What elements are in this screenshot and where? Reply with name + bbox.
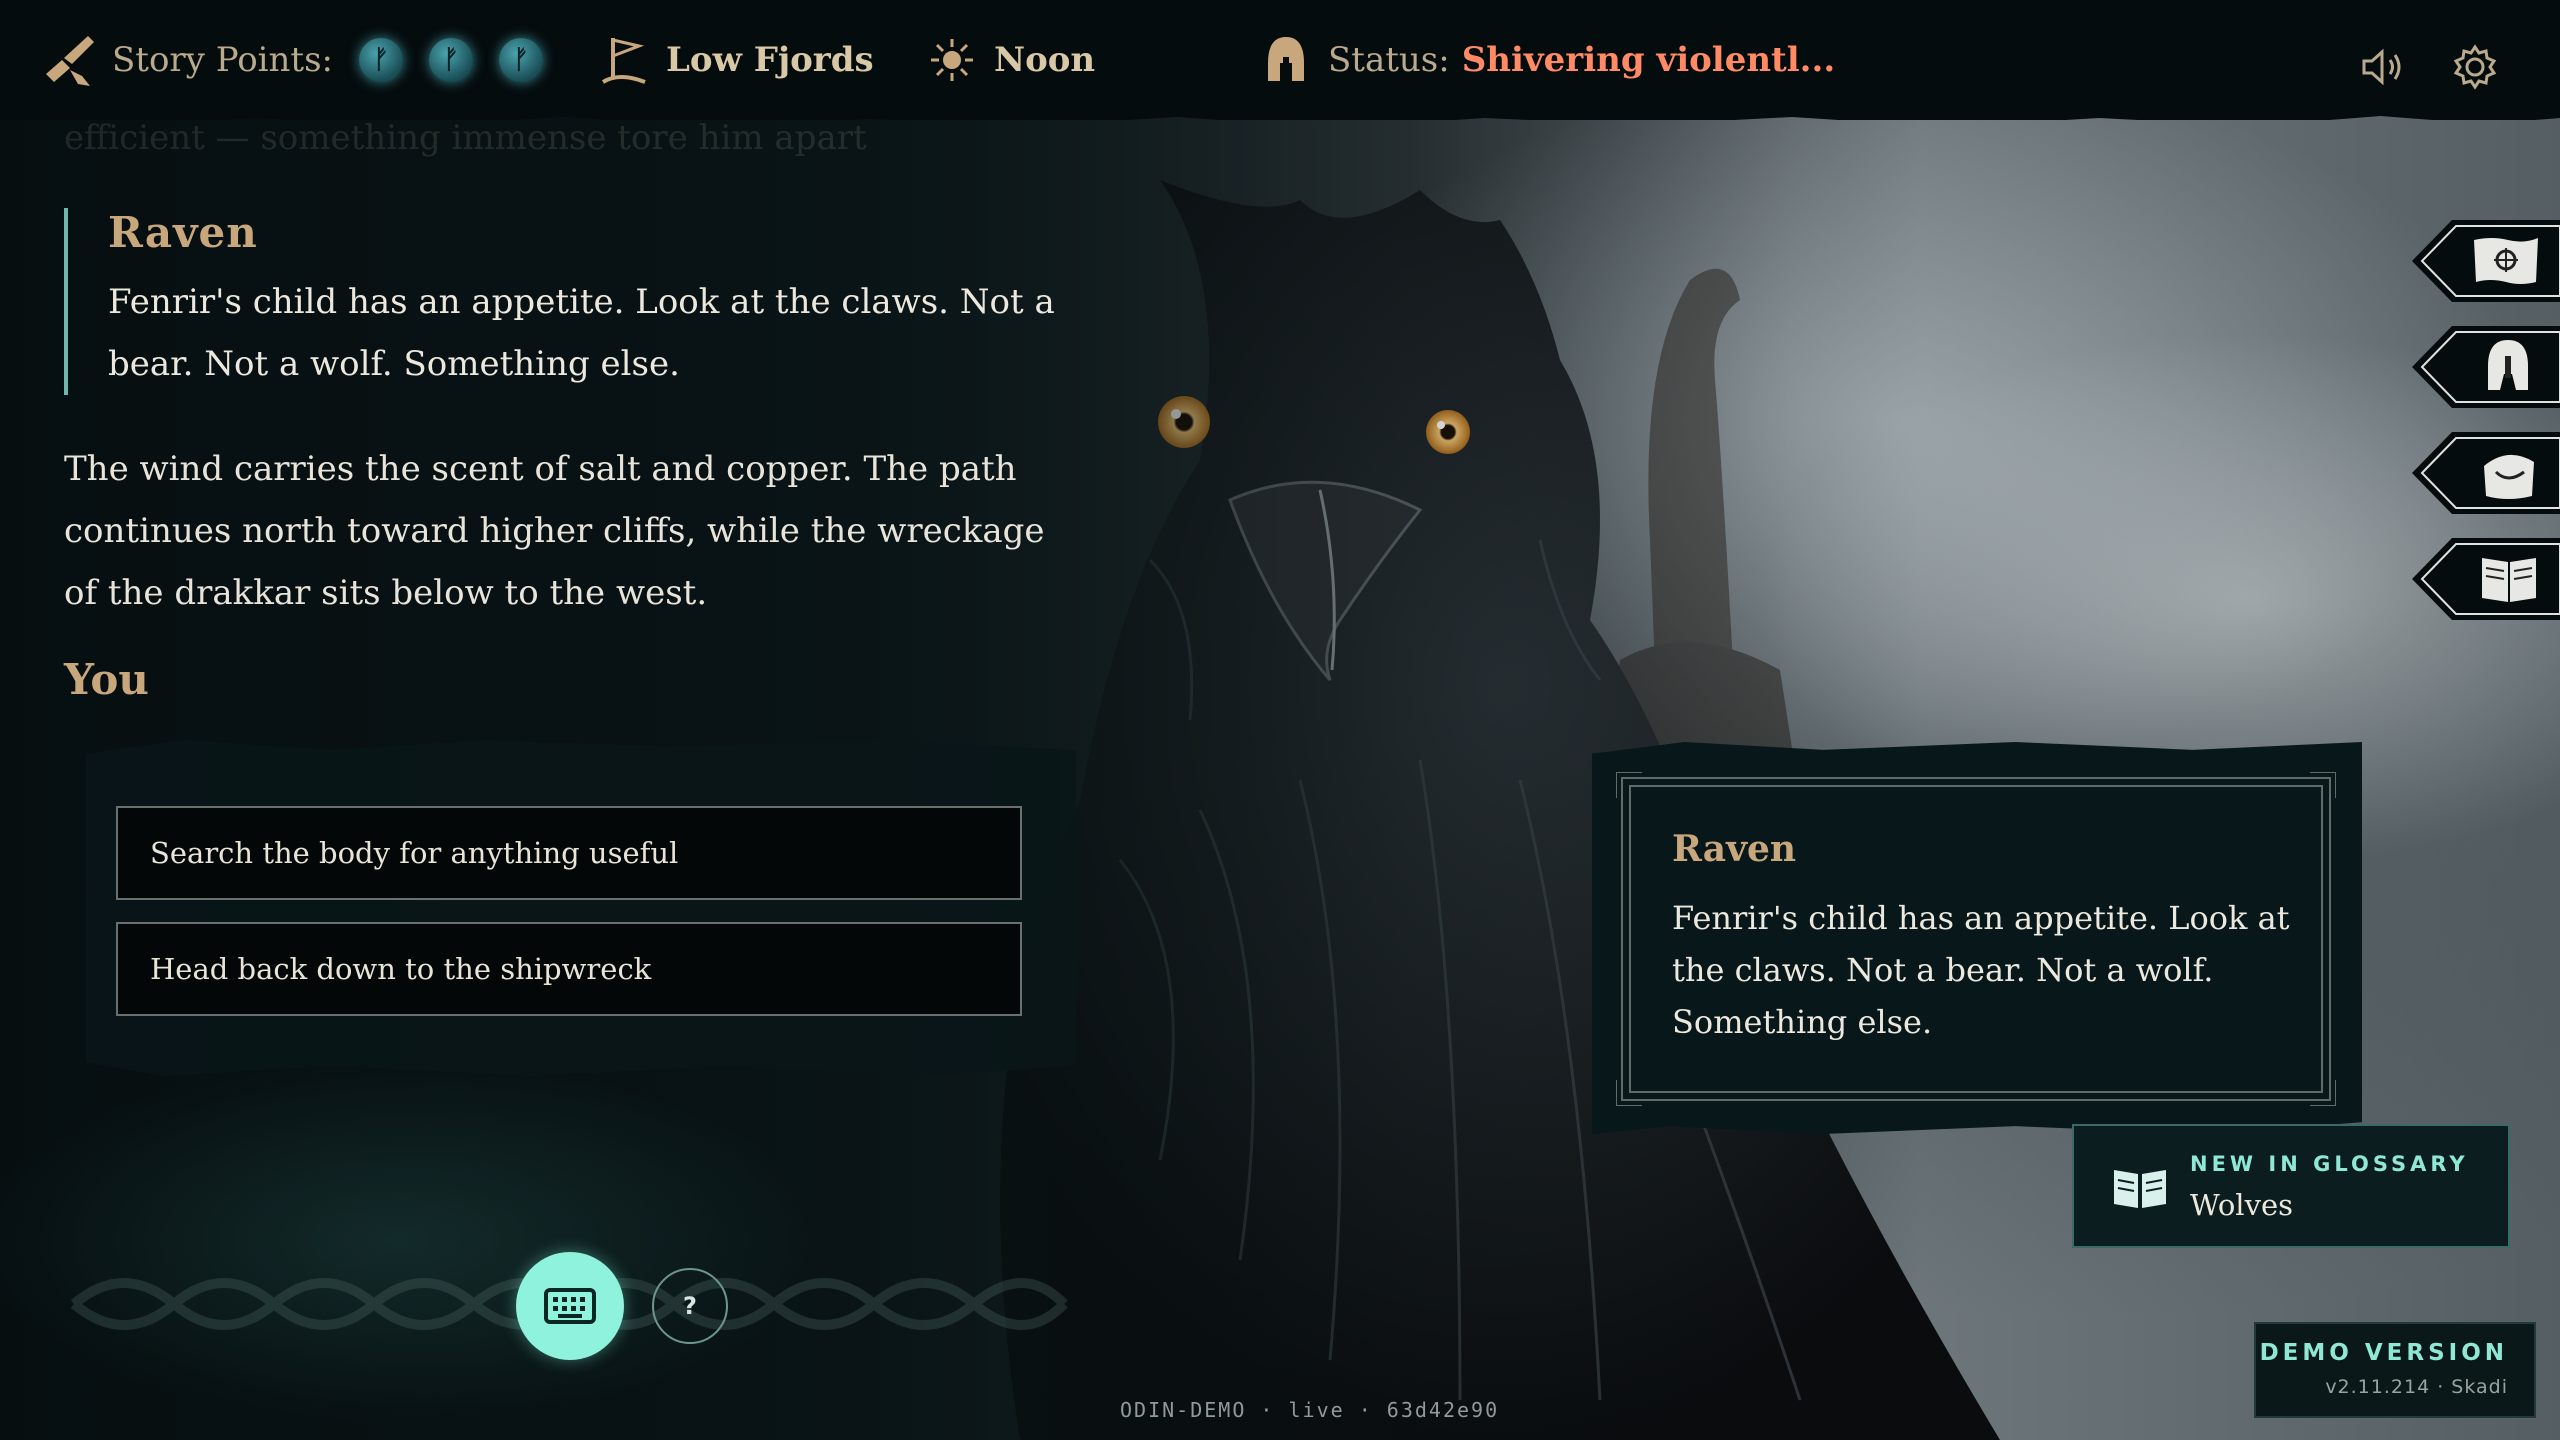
glossary-entry-name: Wolves <box>2190 1188 2294 1222</box>
bag-icon <box>2484 454 2534 499</box>
settings-button[interactable] <box>2450 42 2500 92</box>
glossary-notification[interactable]: NEW IN GLOSSARY Wolves <box>2072 1124 2510 1248</box>
character-tab[interactable] <box>2412 326 2560 408</box>
status: Status: Shivering violentl... <box>1256 30 1835 90</box>
choice-head-to-shipwreck[interactable]: Head back down to the shipwreck <box>116 922 1022 1016</box>
previous-text-fragment: efficient — something immense tore him a… <box>64 118 867 158</box>
quill-hand-icon <box>40 30 100 90</box>
gear-icon <box>2453 44 2497 90</box>
helmet-icon <box>1256 30 1316 90</box>
version-string: v2.11.214 · Skadi <box>2325 1376 2508 1398</box>
demo-version-title: DEMO VERSION <box>2259 1340 2508 1366</box>
story-point-rune: ᚠ <box>499 38 543 82</box>
sun-icon <box>922 30 982 90</box>
demo-version-badge: DEMO VERSION v2.11.214 · Skadi <box>2254 1322 2536 1418</box>
narration-text: The wind carries the scent of salt and c… <box>64 449 1045 613</box>
story-points: Story Points: ᚠ ᚠ ᚠ <box>40 30 543 90</box>
location-name: Low Fjords <box>666 40 874 80</box>
speaker-icon <box>2362 48 2401 86</box>
status-value: Shivering violentl... <box>1461 40 1836 80</box>
map-tab[interactable] <box>2412 220 2560 302</box>
story-point-rune: ᚠ <box>429 38 473 82</box>
card-text: Fenrir's child has an appetite. Look at … <box>1672 899 2290 1041</box>
raven-quote: Raven Fenrir's child has an appetite. Lo… <box>64 208 1108 395</box>
location: Low Fjords <box>594 30 874 90</box>
help-button[interactable]: ? <box>652 1268 728 1344</box>
keyboard-icon <box>544 1288 596 1324</box>
inventory-tab[interactable] <box>2412 432 2560 514</box>
story-point-rune: ᚠ <box>359 38 403 82</box>
keyboard-button[interactable] <box>516 1252 624 1360</box>
flag-icon <box>594 30 654 90</box>
glossary-notification-title: NEW IN GLOSSARY <box>2190 1152 2469 1176</box>
quote-text: Fenrir's child has an appetite. Look at … <box>108 282 1055 384</box>
choice-search-body[interactable]: Search the body for anything useful <box>116 806 1022 900</box>
quote-speaker: Raven <box>108 208 258 257</box>
status-label: Status: <box>1328 40 1450 80</box>
story-points-label: Story Points: <box>112 40 333 80</box>
sound-button[interactable] <box>2358 42 2408 92</box>
time-label: Noon <box>994 40 1096 80</box>
open-book-icon <box>2114 1170 2166 1208</box>
choices-panel <box>86 740 1076 1076</box>
map-icon <box>2474 238 2538 284</box>
time-of-day: Noon <box>922 30 1095 90</box>
card-speaker: Raven <box>1672 828 1797 870</box>
player-label: You <box>64 655 149 704</box>
build-info: ODIN-DEMO · live · 63d42e90 <box>1120 1398 1500 1422</box>
glossary-tab[interactable] <box>2412 538 2560 620</box>
